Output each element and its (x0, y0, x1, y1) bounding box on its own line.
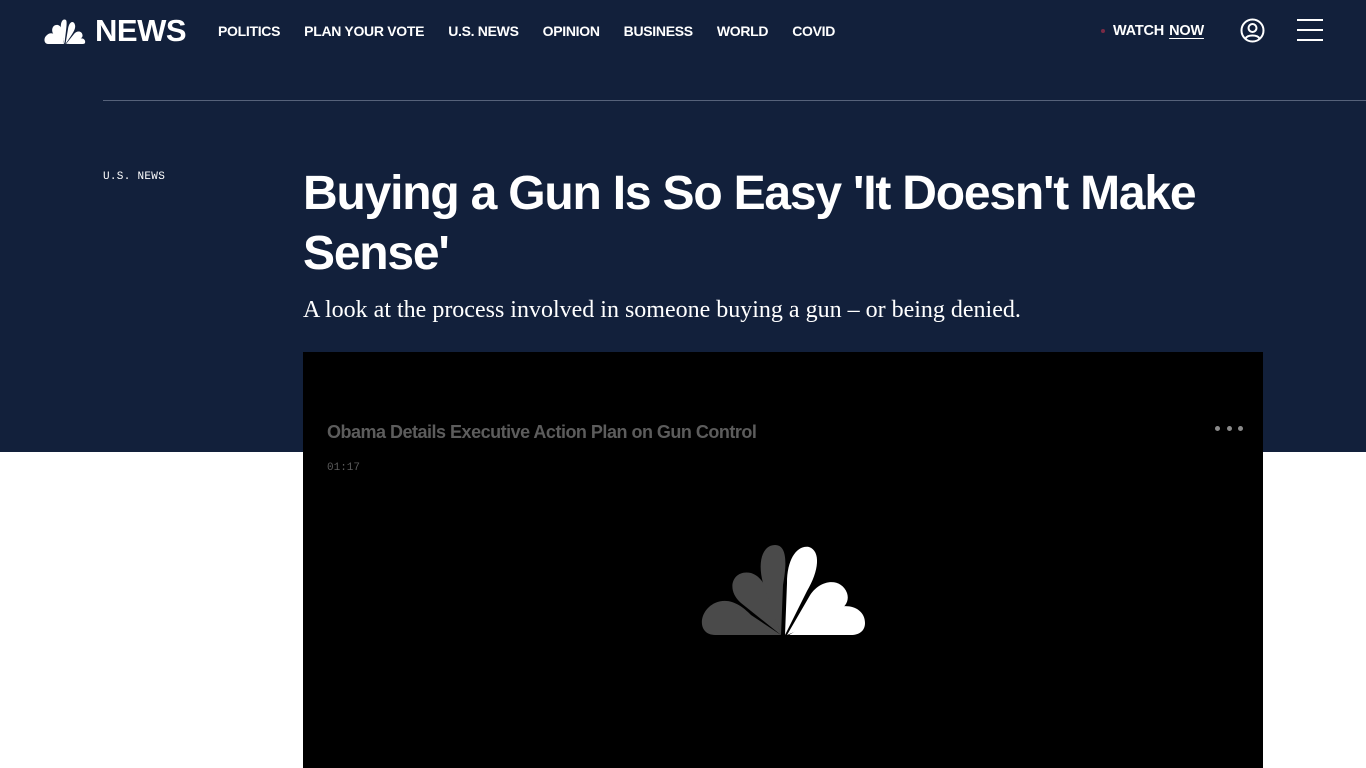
article-dek: A look at the process involved in someon… (303, 297, 1021, 323)
nav-item-politics[interactable]: POLITICS (218, 23, 280, 39)
site-header: NEWS POLITICS PLAN YOUR VOTE U.S. NEWS O… (0, 0, 1366, 62)
nav-item-world[interactable]: WORLD (717, 23, 769, 39)
watch-now-link[interactable]: WATCH NOW (1101, 20, 1204, 42)
section-label[interactable]: U.S. NEWS (103, 171, 165, 183)
watch-label: WATCH (1113, 23, 1165, 39)
nbc-peacock-icon (44, 19, 86, 44)
more-dots-icon (1215, 425, 1220, 431)
nav-item-us-news[interactable]: U.S. NEWS (448, 23, 519, 39)
hamburger-menu-icon-bar (1297, 29, 1323, 31)
logo-wordmark: NEWS (95, 13, 187, 48)
video-title: Obama Details Executive Action Plan on G… (327, 422, 757, 442)
more-dot (1226, 425, 1232, 431)
video-more-button[interactable] (1215, 424, 1243, 432)
live-dot-icon (1101, 29, 1105, 33)
main-nav: POLITICS PLAN YOUR VOTE U.S. NEWS OPINIO… (218, 20, 859, 42)
hamburger-menu-button[interactable] (1297, 18, 1323, 42)
user-circle-icon (1240, 18, 1265, 43)
nav-item-business[interactable]: BUSINESS (624, 23, 693, 39)
header-divider (103, 100, 1366, 101)
nbc-peacock-icon (701, 545, 865, 635)
hamburger-menu-icon (1297, 19, 1323, 21)
article-headline: Buying a Gun Is So Easy 'It Doesn't Make… (303, 167, 1197, 280)
hamburger-menu-icon-bar (1297, 39, 1323, 41)
account-button[interactable] (1240, 18, 1265, 43)
nav-item-opinion[interactable]: OPINION (543, 23, 600, 39)
nav-item-covid[interactable]: COVID (792, 23, 835, 39)
watch-now-label: NOW (1169, 23, 1204, 39)
nav-item-plan-your-vote[interactable]: PLAN YOUR VOTE (304, 23, 424, 39)
more-dot (1238, 425, 1243, 431)
nbc-news-logo[interactable]: NEWS (44, 13, 187, 48)
video-player[interactable]: Obama Details Executive Action Plan on G… (303, 352, 1263, 768)
video-duration: 01:17 (327, 462, 361, 474)
